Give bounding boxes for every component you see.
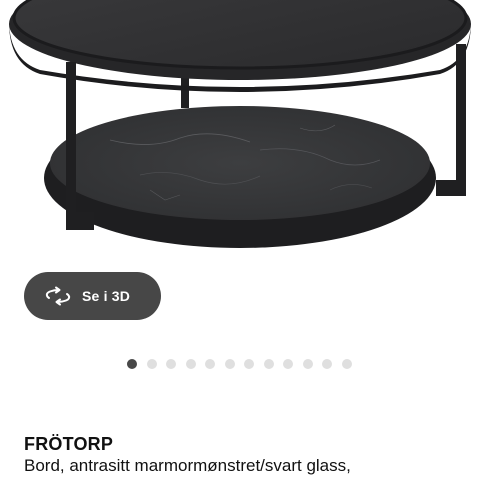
product-page: Se i 3D FRÖTORP Bord, antrasitt marmormø… (0, 0, 480, 480)
carousel-dot[interactable] (127, 359, 137, 369)
product-image[interactable] (0, 0, 480, 272)
view-3d-button[interactable]: Se i 3D (24, 272, 161, 320)
round-coffee-table-image (9, 0, 471, 248)
product-name[interactable]: FRÖTORP (24, 434, 113, 455)
product-description: Bord, antrasitt marmormønstret/svart gla… (24, 456, 351, 475)
carousel-dot[interactable] (244, 359, 254, 369)
image-carousel-dots (127, 359, 352, 369)
rotate-3d-icon (45, 286, 71, 306)
carousel-dot[interactable] (146, 359, 157, 369)
carousel-dot[interactable] (205, 359, 215, 369)
carousel-dot[interactable] (322, 359, 332, 369)
carousel-dot[interactable] (263, 359, 274, 369)
carousel-dot[interactable] (166, 359, 176, 369)
carousel-dot[interactable] (185, 359, 196, 369)
carousel-dot[interactable] (224, 359, 235, 369)
carousel-dot[interactable] (283, 359, 293, 369)
carousel-dot[interactable] (341, 359, 352, 369)
carousel-dot[interactable] (302, 359, 313, 369)
view-3d-label: Se i 3D (82, 288, 131, 304)
